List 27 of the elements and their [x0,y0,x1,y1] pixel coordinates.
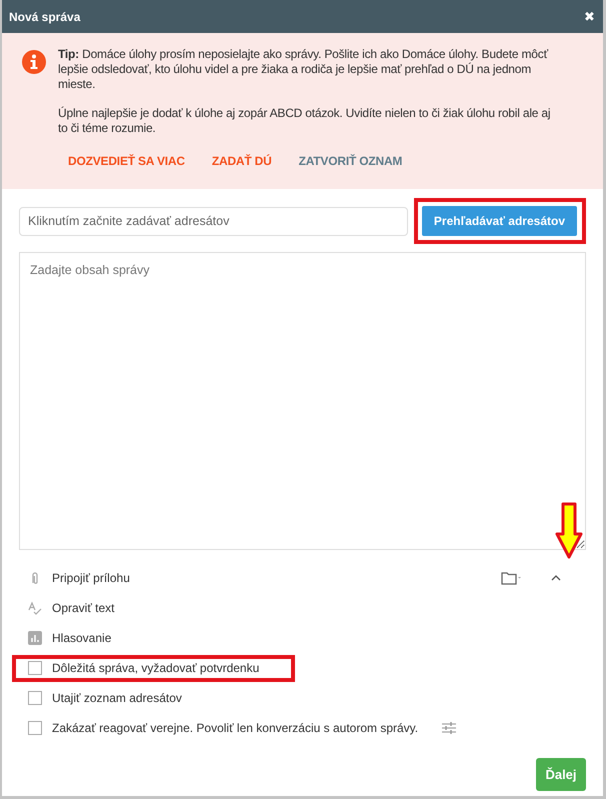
tip-link[interactable]: DOZVEDIEŤ SA VIAC [68,154,185,169]
option-label: Dôležitá správa, vyžadovať potvrdenku [52,661,260,675]
option-label[interactable]: Pripojiť prílohu [52,571,130,585]
browse-recipients-button[interactable]: Prehľadávať adresátov [422,206,577,236]
bar-chart-icon [28,631,42,645]
option-label[interactable]: Hlasovanie [52,631,112,645]
tip-link[interactable]: ZADAŤ DÚ [212,154,272,169]
chevron-up-icon[interactable] [551,575,561,581]
tip-link[interactable]: ZATVORIŤ OZNAM [298,154,402,169]
sliders-icon[interactable] [442,721,456,735]
close-button[interactable]: ✖ [584,9,595,24]
arrow-drawing [555,502,583,560]
checkbox[interactable] [28,661,42,675]
message-field[interactable]: Zadajte obsah správy [19,252,586,550]
info-icon [22,50,46,74]
recipients-field[interactable]: Kliknutím začnite zadávať adresátov [19,206,408,236]
folder-icon[interactable] [501,571,521,585]
checkbox[interactable] [28,721,42,735]
tip-text: Úplne najlepšie je dodať k úlohe aj zopár ABCD otázok. Uvidíte nielen to či žiak úlohu robil ale aj to či téme rozumie. [58,106,552,136]
tip-text: Tip: Domáce úlohy prosím neposielajte ako správy. Pošlite ich ako Domáce úlohy. Budete môcť lepšie odsledovať, kto úlohu videl a pre žiaka a rodiča je lepšie mať prehľad o DÚ na jednom mieste. [58,47,550,92]
option-label[interactable]: Opraviť text [52,601,115,615]
window-title: Nová správa [9,10,80,24]
next-button[interactable]: Ďalej [536,758,586,791]
checkbox[interactable] [28,691,42,705]
option-label: Zakázať reagovať verejne. Povoliť len konverzáciu s autorom správy. [52,721,418,735]
spellcheck-icon [28,601,42,615]
option-label: Utajiť zoznam adresátov [52,691,182,705]
